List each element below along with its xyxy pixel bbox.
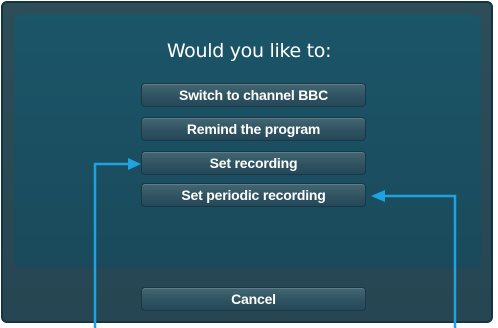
left-pointer-arrow (93, 158, 141, 328)
callout-pointers (93, 158, 457, 328)
right-pointer-arrow (371, 190, 457, 328)
